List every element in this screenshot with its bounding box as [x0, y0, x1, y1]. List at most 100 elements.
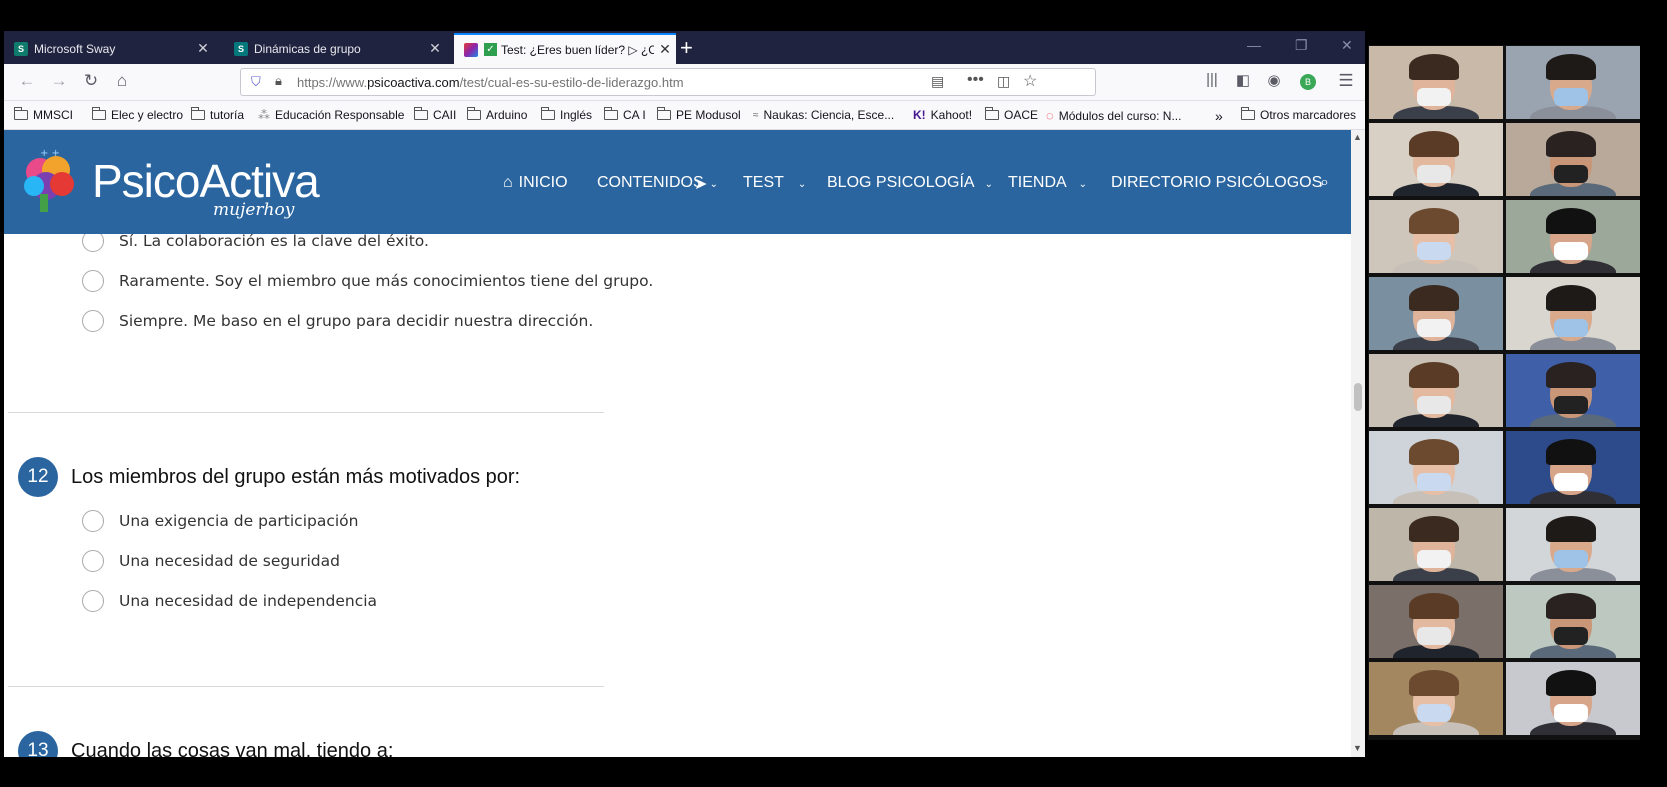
- option-q11-2[interactable]: Raramente. Soy el miembro que más conoci…: [82, 270, 653, 292]
- lock-icon[interactable]: 🔒︎: [275, 73, 282, 89]
- bookmark-kahoot[interactable]: K! Kahoot!: [913, 108, 972, 122]
- reader-view-icon[interactable]: ▤: [931, 73, 944, 90]
- more-bookmarks-icon[interactable]: »: [1215, 108, 1223, 124]
- bookmark-ca-i[interactable]: CA I: [604, 107, 646, 122]
- participant-video-tile[interactable]: [1369, 662, 1503, 735]
- scrollbar-thumb[interactable]: [1354, 383, 1362, 411]
- participant-video-tile[interactable]: [1369, 354, 1503, 427]
- scroll-up-icon[interactable]: ▲: [1353, 132, 1362, 142]
- bookmark-modulos[interactable]: ◌ Módulos del curso: N...: [1046, 108, 1181, 123]
- sway-icon: S: [14, 41, 28, 56]
- face-mask: [1554, 88, 1588, 106]
- option-q12-3[interactable]: Una necesidad de independencia: [82, 590, 377, 612]
- radio-button[interactable]: [82, 310, 104, 332]
- new-tab-icon[interactable]: +: [680, 35, 693, 61]
- participant-video-tile[interactable]: [1506, 508, 1640, 581]
- participant-video-tile[interactable]: [1506, 123, 1640, 196]
- bookmark-elec[interactable]: Elec y electro: [92, 107, 183, 122]
- option-q12-1[interactable]: Una exigencia de participación: [82, 510, 359, 532]
- reload-icon[interactable]: ↻: [80, 71, 102, 91]
- close-icon[interactable]: ✕: [192, 40, 214, 57]
- bookmark-mmsci[interactable]: MMSCI: [14, 107, 73, 122]
- bookmark-arduino[interactable]: Arduino: [467, 107, 527, 122]
- participant-video-tile[interactable]: [1506, 354, 1640, 427]
- chevron-down-icon: ⌄: [984, 179, 993, 190]
- face-mask: [1554, 396, 1588, 414]
- close-icon[interactable]: ✕: [654, 41, 676, 58]
- participant-video-tile[interactable]: [1506, 431, 1640, 504]
- pocket-icon[interactable]: ◫: [997, 73, 1010, 90]
- participant-hair: [1409, 516, 1459, 542]
- tab-test-lider[interactable]: ✓ Test: ¿Eres buen líder? ▷ ¿Cu ✕: [454, 33, 676, 64]
- menu-test[interactable]: TEST ⌄: [743, 174, 806, 192]
- participant-hair: [1546, 208, 1596, 234]
- window-close-icon[interactable]: ✕: [1341, 37, 1353, 54]
- face-mask: [1417, 242, 1451, 260]
- scroll-down-icon[interactable]: ▼: [1353, 743, 1362, 753]
- menu-tienda[interactable]: TIENDA ⌄: [1008, 174, 1087, 192]
- search-icon[interactable]: ⌕: [1320, 174, 1329, 192]
- participant-video-tile[interactable]: [1369, 200, 1503, 273]
- participant-video-tile[interactable]: [1369, 123, 1503, 196]
- menu-inicio[interactable]: ⌂ INICIO: [503, 174, 568, 192]
- participant-video-tile[interactable]: [1506, 585, 1640, 658]
- face-mask: [1417, 88, 1451, 106]
- menu-icon[interactable]: ☰: [1335, 71, 1357, 91]
- library-icon[interactable]: |||: [1201, 71, 1223, 88]
- participant-video-tile[interactable]: [1506, 46, 1640, 119]
- bookmark-naukas[interactable]: ≈ Naukas: Ciencia, Esce...: [753, 108, 894, 122]
- participant-hair: [1409, 285, 1459, 311]
- question-number-badge: 12: [18, 457, 58, 497]
- page-actions-icon[interactable]: •••: [967, 71, 984, 89]
- sidebar-icon[interactable]: ◧: [1232, 71, 1254, 89]
- brain-logo-icon[interactable]: + +: [18, 146, 80, 216]
- extension-icon[interactable]: B: [1300, 74, 1316, 90]
- participant-video-tile[interactable]: [1369, 277, 1503, 350]
- participant-video-tile[interactable]: [1506, 277, 1640, 350]
- radio-button[interactable]: [82, 270, 104, 292]
- participant-video-tile[interactable]: [1369, 46, 1503, 119]
- back-icon[interactable]: ←: [16, 71, 38, 91]
- bookmark-ingles[interactable]: Inglés: [541, 107, 592, 122]
- bookmark-oace[interactable]: OACE: [985, 107, 1038, 122]
- participant-video-tile[interactable]: [1369, 508, 1503, 581]
- checkmark-icon: ✓: [484, 43, 497, 56]
- face-mask: [1417, 704, 1451, 722]
- account-icon[interactable]: ◉: [1263, 71, 1285, 89]
- participant-video-tile[interactable]: [1506, 662, 1640, 735]
- close-icon[interactable]: ✕: [424, 40, 446, 57]
- home-icon[interactable]: ⌂: [111, 71, 133, 91]
- kahoot-icon: K!: [913, 108, 926, 122]
- restore-icon[interactable]: ❐: [1295, 37, 1308, 54]
- url-bar[interactable]: ⛉ 🔒︎ https://www.psicoactiva.com/test/cu…: [240, 68, 1096, 96]
- forward-icon[interactable]: →: [48, 71, 70, 91]
- radio-button[interactable]: [82, 590, 104, 612]
- bookmark-otros[interactable]: Otros marcadores: [1241, 107, 1356, 122]
- participant-video-tile[interactable]: [1506, 200, 1640, 273]
- chevron-down-icon: ⌄: [709, 179, 719, 190]
- radio-button[interactable]: [82, 550, 104, 572]
- bookmark-educacion[interactable]: ⁂ Educación Responsable: [258, 108, 404, 122]
- divider: [8, 686, 604, 687]
- bookmark-caii[interactable]: CAII: [414, 107, 456, 122]
- minimize-icon[interactable]: —: [1247, 37, 1261, 53]
- bookmark-star-icon[interactable]: ☆: [1023, 71, 1037, 91]
- participant-video-tile[interactable]: [1369, 585, 1503, 658]
- menu-directorio[interactable]: DIRECTORIO PSICÓLOGOS: [1111, 174, 1322, 192]
- bookmark-tutoria[interactable]: tutoría: [191, 107, 244, 122]
- tab-microsoft-sway[interactable]: S Microsoft Sway ✕: [4, 33, 214, 64]
- option-q12-2[interactable]: Una necesidad de seguridad: [82, 550, 340, 572]
- bookmark-pe-modusol[interactable]: PE Modusol: [657, 107, 741, 122]
- face-mask: [1554, 550, 1588, 568]
- menu-blog[interactable]: BLOG PSICOLOGÍA ⌄: [827, 174, 993, 192]
- question-text: Los miembros del grupo están más motivad…: [71, 466, 521, 488]
- face-mask: [1417, 165, 1451, 183]
- shield-icon[interactable]: ⛉: [251, 74, 261, 90]
- participant-video-tile[interactable]: [1369, 431, 1503, 504]
- navigation-toolbar: ← → ↻ ⌂ ⛉ 🔒︎ https://www.psicoactiva.com…: [4, 64, 1365, 101]
- site-header: + + PsicoActiva mujerhoy ⌂ INICIO CONTENI…: [4, 130, 1351, 234]
- radio-button[interactable]: [82, 510, 104, 532]
- vertical-scrollbar[interactable]: ▲ ▼: [1351, 130, 1365, 757]
- option-q11-3[interactable]: Siempre. Me baso en el grupo para decidi…: [82, 310, 593, 332]
- tab-dinamicas-de-grupo[interactable]: S Dinámicas de grupo ✕: [224, 33, 446, 64]
